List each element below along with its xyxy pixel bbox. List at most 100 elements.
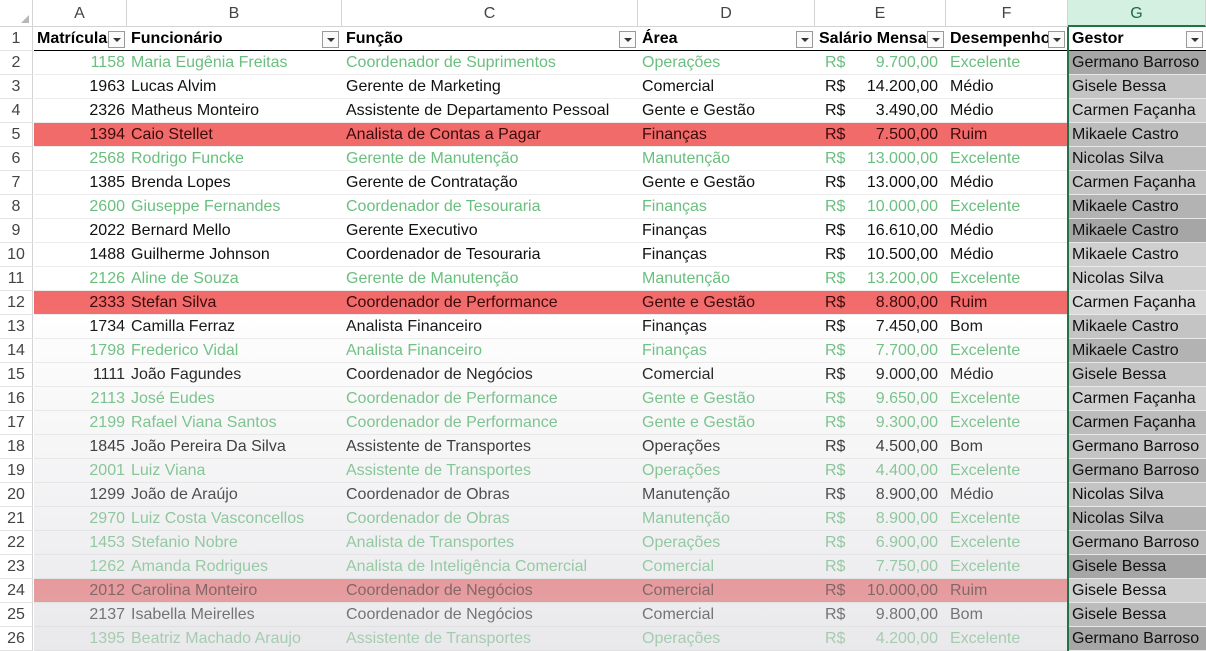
header-area[interactable]: Área	[638, 27, 815, 51]
cell-funcionario[interactable]: Frederico Vidal	[127, 339, 342, 363]
cell-funcao[interactable]: Coordenador de Obras	[342, 507, 638, 531]
cell-funcionario[interactable]: Guilherme Johnson	[127, 243, 342, 267]
row-number[interactable]: 19	[0, 459, 33, 483]
cell-salario[interactable]: 9.300,00	[855, 411, 946, 435]
row-number[interactable]: 5	[0, 123, 33, 147]
cell-salario[interactable]: 7.500,00	[855, 123, 946, 147]
cell-funcionario[interactable]: Stefanio Nobre	[127, 531, 342, 555]
row-number[interactable]: 11	[0, 267, 33, 291]
cell-matricula[interactable]: 1262	[34, 555, 127, 579]
cell-funcionario[interactable]: Carolina Monteiro	[127, 579, 342, 603]
cell-funcao[interactable]: Assistente de Departamento Pessoal	[342, 99, 638, 123]
row-number[interactable]: 23	[0, 555, 33, 579]
cell-area[interactable]: Gente e Gestão	[638, 411, 815, 435]
cell-salario[interactable]: 14.200,00	[855, 75, 946, 99]
filter-dropdown-icon[interactable]	[1048, 31, 1065, 48]
cell-desempenho[interactable]: Médio	[946, 219, 1068, 243]
cell-funcionario[interactable]: Beatriz Machado Araujo	[127, 627, 342, 651]
cell-area[interactable]: Comercial	[638, 363, 815, 387]
row-number[interactable]: 8	[0, 195, 33, 219]
cell-matricula[interactable]: 1488	[34, 243, 127, 267]
cell-area[interactable]: Gente e Gestão	[638, 291, 815, 315]
column-header-b[interactable]: B	[127, 0, 342, 27]
cell-gestor[interactable]: Gisele Bessa	[1068, 363, 1206, 387]
cell-salario[interactable]: 10.000,00	[855, 195, 946, 219]
cell-matricula[interactable]: 1158	[34, 51, 127, 75]
cell-gestor[interactable]: Germano Barroso	[1068, 627, 1206, 651]
cell-funcao[interactable]: Coordenador de Negócios	[342, 363, 638, 387]
row-number[interactable]: 18	[0, 435, 33, 459]
cell-currency[interactable]: R$	[815, 291, 855, 315]
cell-gestor[interactable]: Germano Barroso	[1068, 459, 1206, 483]
cell-area[interactable]: Finanças	[638, 339, 815, 363]
cell-desempenho[interactable]: Médio	[946, 363, 1068, 387]
cell-area[interactable]: Operações	[638, 51, 815, 75]
column-header-c[interactable]: C	[342, 0, 638, 27]
cell-area[interactable]: Comercial	[638, 555, 815, 579]
row-number[interactable]: 20	[0, 483, 33, 507]
spreadsheet-grid[interactable]: A B C D E F G 1 Matrícula Funcionário Fu…	[0, 0, 1206, 651]
row-number[interactable]: 21	[0, 507, 33, 531]
column-header-g[interactable]: G	[1068, 0, 1206, 27]
cell-funcionario[interactable]: João de Araújo	[127, 483, 342, 507]
cell-matricula[interactable]: 1111	[34, 363, 127, 387]
cell-salario[interactable]: 9.650,00	[855, 387, 946, 411]
column-header-a[interactable]: A	[33, 0, 127, 27]
cell-matricula[interactable]: 1798	[34, 339, 127, 363]
row-number[interactable]: 6	[0, 147, 33, 171]
cell-salario[interactable]: 10.500,00	[855, 243, 946, 267]
filter-dropdown-icon[interactable]	[927, 31, 944, 48]
cell-funcao[interactable]: Assistente de Transportes	[342, 459, 638, 483]
cell-area[interactable]: Finanças	[638, 315, 815, 339]
cell-area[interactable]: Operações	[638, 627, 815, 651]
cell-area[interactable]: Gente e Gestão	[638, 387, 815, 411]
cell-desempenho[interactable]: Ruim	[946, 291, 1068, 315]
cell-desempenho[interactable]: Excelente	[946, 51, 1068, 75]
row-number[interactable]: 17	[0, 411, 33, 435]
cell-desempenho[interactable]: Ruim	[946, 123, 1068, 147]
cell-desempenho[interactable]: Excelente	[946, 507, 1068, 531]
cell-funcao[interactable]: Analista Financeiro	[342, 315, 638, 339]
cell-gestor[interactable]: Gisele Bessa	[1068, 75, 1206, 99]
cell-area[interactable]: Operações	[638, 435, 815, 459]
cell-salario[interactable]: 7.450,00	[855, 315, 946, 339]
cell-area[interactable]: Comercial	[638, 603, 815, 627]
cell-desempenho[interactable]: Excelente	[946, 459, 1068, 483]
cell-desempenho[interactable]: Excelente	[946, 147, 1068, 171]
row-number[interactable]: 22	[0, 531, 33, 555]
cell-funcionario[interactable]: Camilla Ferraz	[127, 315, 342, 339]
cell-funcionario[interactable]: Maria Eugênia Freitas	[127, 51, 342, 75]
cell-funcao[interactable]: Analista de Transportes	[342, 531, 638, 555]
cell-desempenho[interactable]: Bom	[946, 435, 1068, 459]
cell-matricula[interactable]: 1963	[34, 75, 127, 99]
filter-dropdown-icon[interactable]	[619, 31, 636, 48]
row-number[interactable]: 12	[0, 291, 33, 315]
cell-gestor[interactable]: Mikaele Castro	[1068, 219, 1206, 243]
cell-funcionario[interactable]: Luiz Costa Vasconcellos	[127, 507, 342, 531]
cell-desempenho[interactable]: Excelente	[946, 339, 1068, 363]
cell-funcao[interactable]: Assistente de Transportes	[342, 627, 638, 651]
cell-funcao[interactable]: Coordenador de Tesouraria	[342, 195, 638, 219]
cell-funcionario[interactable]: Aline de Souza	[127, 267, 342, 291]
cell-currency[interactable]: R$	[815, 387, 855, 411]
cell-area[interactable]: Operações	[638, 531, 815, 555]
cell-gestor[interactable]: Carmen Façanha	[1068, 411, 1206, 435]
cell-desempenho[interactable]: Excelente	[946, 627, 1068, 651]
cell-gestor[interactable]: Carmen Façanha	[1068, 99, 1206, 123]
cell-desempenho[interactable]: Excelente	[946, 267, 1068, 291]
cell-funcao[interactable]: Assistente de Transportes	[342, 435, 638, 459]
cell-currency[interactable]: R$	[815, 123, 855, 147]
cell-gestor[interactable]: Mikaele Castro	[1068, 315, 1206, 339]
cell-matricula[interactable]: 2326	[34, 99, 127, 123]
cell-area[interactable]: Gente e Gestão	[638, 99, 815, 123]
cell-desempenho[interactable]: Excelente	[946, 531, 1068, 555]
cell-funcionario[interactable]: Rodrigo Funcke	[127, 147, 342, 171]
select-all-corner[interactable]	[0, 0, 33, 27]
cell-desempenho[interactable]: Excelente	[946, 555, 1068, 579]
row-number[interactable]: 14	[0, 339, 33, 363]
cell-currency[interactable]: R$	[815, 411, 855, 435]
cell-area[interactable]: Comercial	[638, 75, 815, 99]
cell-funcao[interactable]: Gerente de Contratação	[342, 171, 638, 195]
cell-funcionario[interactable]: João Pereira Da Silva	[127, 435, 342, 459]
column-header-e[interactable]: E	[815, 0, 946, 27]
